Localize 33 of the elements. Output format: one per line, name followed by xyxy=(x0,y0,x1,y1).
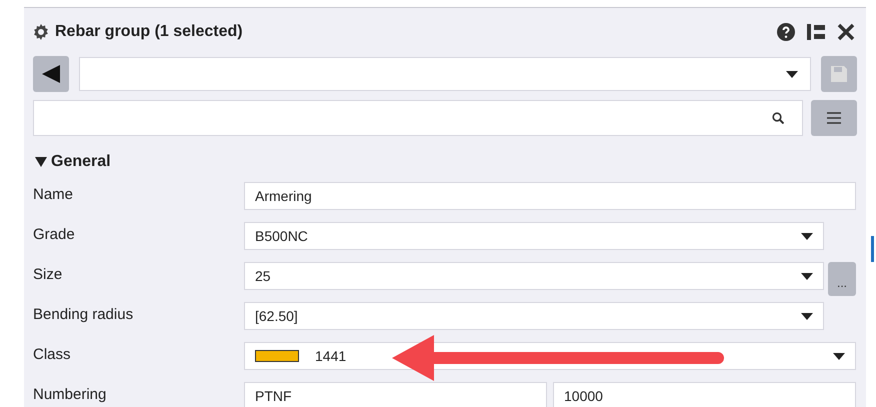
close-icon[interactable] xyxy=(837,23,855,41)
field-label: Name xyxy=(33,185,74,205)
left-triangle-icon xyxy=(42,65,60,83)
numbering-prefix-field[interactable]: PTNF xyxy=(244,382,547,407)
dropdown-caret-icon xyxy=(801,272,813,280)
dropdown-caret-icon xyxy=(801,232,813,240)
section-title: General xyxy=(51,152,111,172)
expand-triangle-icon[interactable] xyxy=(35,156,47,168)
dropdown-field[interactable]: 25 xyxy=(244,262,824,290)
dropdown-field[interactable]: B500NC xyxy=(244,222,824,250)
menu-icon xyxy=(827,112,841,124)
dropdown-caret-icon xyxy=(786,70,798,78)
help-icon[interactable] xyxy=(777,23,795,41)
field-label: Numbering xyxy=(33,385,108,405)
scroll-indicator xyxy=(871,236,874,262)
search-icon xyxy=(772,112,784,124)
numbering-start-field[interactable]: 10000 xyxy=(553,382,856,407)
dropdown-caret-icon xyxy=(833,352,845,360)
field-label: Class xyxy=(33,345,72,365)
dropdown-caret-icon xyxy=(801,312,813,320)
panel-title: Rebar group (1 selected) xyxy=(55,22,243,42)
field-label: Bending radius xyxy=(33,305,134,325)
field-label: Grade xyxy=(33,225,76,245)
dropdown-field[interactable]: [62.50] xyxy=(244,302,824,330)
field-label: Size xyxy=(33,265,64,285)
back-button[interactable] xyxy=(33,56,69,92)
search-field[interactable] xyxy=(33,100,803,136)
layout-icon[interactable] xyxy=(807,24,825,40)
settings-dropdown-field[interactable] xyxy=(79,57,811,91)
name-field[interactable]: Armering xyxy=(244,182,856,210)
more-button[interactable]: ... xyxy=(828,262,856,296)
gear-icon xyxy=(33,24,49,40)
menu-button[interactable] xyxy=(811,100,857,136)
